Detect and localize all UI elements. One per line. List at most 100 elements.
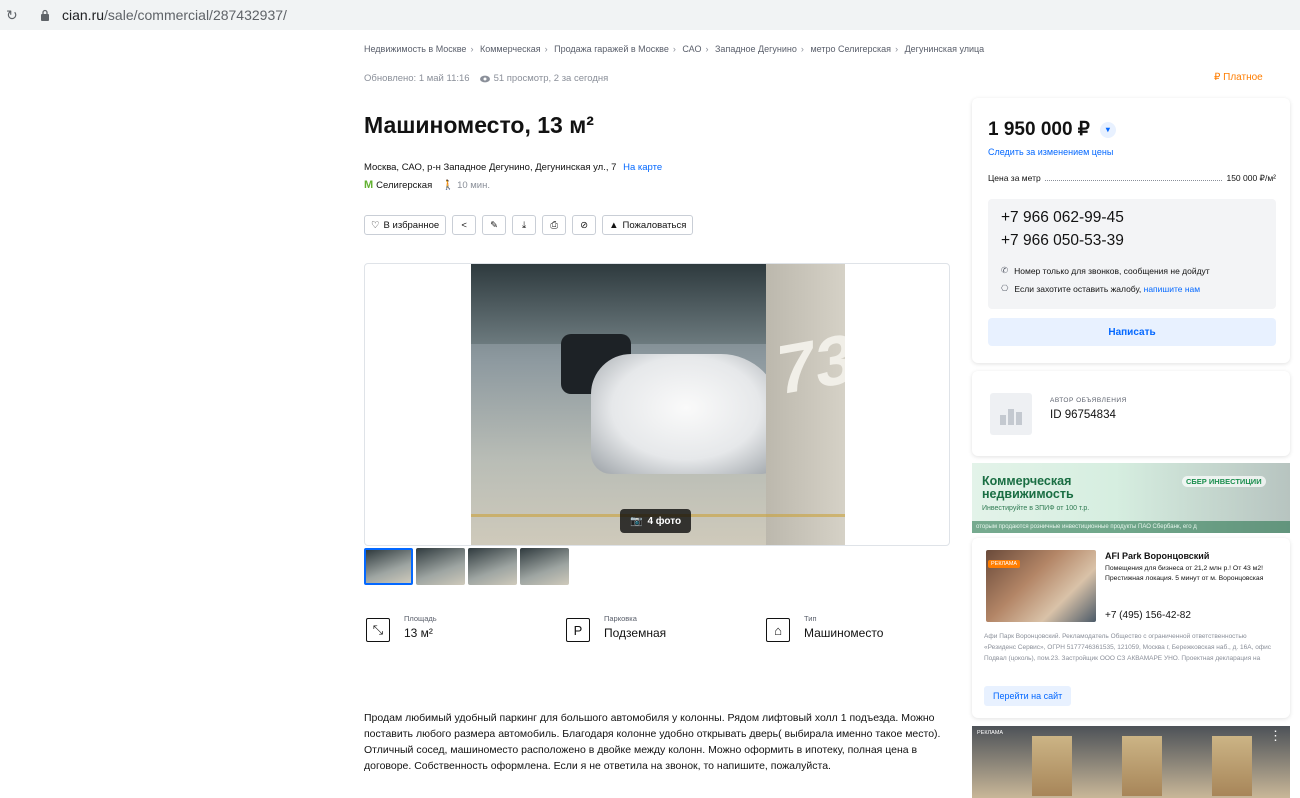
spec-value: Машиноместо [804, 626, 884, 640]
note-button[interactable]: ✎ [482, 215, 507, 235]
thumbnail[interactable] [416, 548, 465, 585]
action-toolbar: ♡ В избранное < ✎ ⤓ ⎙ ⊘ ▲ Пожаловаться [364, 215, 694, 235]
ad-tag: РЕКЛАМА [988, 560, 1021, 568]
ad-site-button[interactable]: Перейти на сайт [984, 686, 1072, 706]
metro-info: М Селигерская 🚶 10 мин. [364, 179, 490, 191]
banner-fineprint: оторым продаются розничные инвестиционны… [972, 521, 1290, 533]
phone-number[interactable]: +7 966 050-53-39 [1001, 232, 1124, 250]
sber-logo: СБЕР ИНВЕСТИЦИИ [1182, 476, 1266, 487]
lock-icon [40, 8, 54, 22]
walk-time: 10 мин. [457, 179, 490, 191]
page-title: Машиноместо, 13 м² [364, 112, 594, 138]
author-id[interactable]: ID 96754834 [1050, 409, 1116, 421]
specs: ⤡ Площадь 13 м² P Парковка Подземная ⌂ Тип… [366, 614, 926, 654]
ppm-label: Цена за метр [988, 173, 1041, 183]
ad-title[interactable]: AFI Park Воронцовский [1105, 551, 1209, 561]
banner-title-line: недвижимость [982, 487, 1074, 501]
phone-number[interactable]: +7 966 062-99-45 [1001, 209, 1124, 227]
thumbnail-strip [364, 548, 569, 585]
complaint-note-text: Если захотите оставить жалобу, [1014, 283, 1142, 294]
updated-date: Обновлено: 1 май 11:16 [364, 73, 470, 84]
author-card: АВТОР ОБЪЯВЛЕНИЯ ID 96754834 [972, 371, 1290, 456]
breadcrumb-item[interactable]: метро Селигерская [810, 44, 891, 54]
thumbnail[interactable] [468, 548, 517, 585]
complaint-note: ⎔ Если захотите оставить жалобу, напишит… [1001, 283, 1200, 294]
photo-count: 4 фото [647, 515, 682, 527]
breadcrumb-item[interactable]: Коммерческая [480, 44, 541, 54]
banner-subtitle: Инвестируйте в ЗПИФ от 100 т.р. [982, 505, 1090, 512]
spec-label: Парковка [604, 614, 637, 623]
calls-note-text: Номер только для звонков, сообщения не д… [1014, 265, 1210, 276]
ad-text: Помещения для бизнеса от 21,2 млн р.! От… [1105, 565, 1264, 582]
share-icon: < [461, 219, 467, 231]
breadcrumb-item[interactable]: САО [682, 44, 701, 54]
support-icon: ⎔ [1001, 283, 1009, 293]
spec-parking: P Парковка Подземная [566, 614, 666, 642]
favorite-button[interactable]: ♡ В избранное [364, 215, 447, 235]
write-button[interactable]: Написать [988, 318, 1276, 346]
hide-button[interactable]: ⊘ [572, 215, 597, 235]
paid-badge: ₽ Платное [1214, 72, 1263, 83]
breadcrumb-item[interactable]: Дегунинская улица [905, 44, 985, 54]
main-photo[interactable]: 73 [471, 264, 845, 545]
download-icon: ⤓ [522, 219, 527, 231]
spec-value: 13 м² [404, 626, 433, 640]
share-button[interactable]: < [452, 215, 477, 235]
eye-icon [479, 75, 490, 82]
photo-count-button[interactable]: 📷 4 фото [620, 509, 692, 533]
updated-info: Обновлено: 1 май 11:16 51 просмотр, 2 за… [364, 73, 608, 84]
ad-phone[interactable]: +7 (495) 156-42-82 [1105, 610, 1191, 621]
browser-url-bar[interactable]: ↻ cian.ru/sale/commercial/287432937/ [0, 0, 1300, 30]
ad-legal-text: Афи Парк Воронцовский. Рекламодатель Общ… [984, 633, 1272, 662]
spec-label: Площадь [404, 614, 437, 623]
follow-price-link[interactable]: Следить за изменением цены [988, 147, 1113, 157]
address-text: Москва, САО, р-н Западное Дегунино, Дегу… [364, 162, 617, 173]
author-avatar [990, 393, 1032, 435]
thumbnail[interactable] [520, 548, 569, 585]
print-button[interactable]: ⎙ [542, 215, 567, 235]
parking-icon: P [566, 618, 590, 642]
breadcrumb-item[interactable]: Недвижимость в Москве [364, 44, 466, 54]
walk-icon: 🚶 [442, 179, 455, 191]
spec-area: ⤡ Площадь 13 м² [366, 614, 437, 642]
spec-value: Подземная [604, 626, 667, 640]
ad-card: РЕКЛАМА AFI Park Воронцовский Помещения … [972, 538, 1290, 718]
map-link[interactable]: На карте [623, 162, 662, 173]
chevron-down-icon[interactable]: ▾ [1099, 121, 1116, 138]
camera-icon: 📷 [630, 515, 643, 527]
price-value: 1 950 000 ₽ [988, 119, 1090, 140]
views-count: 51 просмотр, 2 за сегодня [493, 73, 609, 84]
banner-ad-tag: РЕКЛАМА [977, 730, 1004, 736]
spec-type: ⌂ Тип Машиноместо [766, 614, 883, 642]
address: Москва, САО, р-н Западное Дегунино, Дегу… [364, 162, 662, 173]
pencil-icon: ✎ [490, 219, 499, 231]
phones-box: +7 966 062-99-45 +7 966 050-53-39 ✆ Номе… [988, 199, 1276, 309]
author-label: АВТОР ОБЪЯВЛЕНИЯ [1050, 397, 1127, 404]
calls-note: ✆ Номер только для звонков, сообщения не… [1001, 265, 1210, 276]
breadcrumb: Недвижимость в Москве › Коммерческая › Про… [364, 44, 985, 54]
warning-icon: ▲ [609, 219, 619, 231]
spec-label: Тип [804, 614, 817, 623]
more-icon[interactable]: ⋮ [1269, 728, 1282, 744]
favorite-label: В избранное [383, 219, 440, 231]
download-button[interactable]: ⤓ [512, 215, 537, 235]
write-us-link[interactable]: напишите нам [1144, 284, 1201, 294]
price: 1 950 000 ₽ ▾ [988, 118, 1116, 141]
photo-gallery[interactable]: 73 📷 4 фото [364, 263, 950, 546]
url-text[interactable]: cian.ru/sale/commercial/287432937/ [62, 7, 287, 23]
complain-label: Пожаловаться [622, 219, 687, 231]
reload-icon[interactable]: ↻ [6, 7, 26, 24]
ppm-value: 150 000 ₽/м² [1226, 173, 1276, 183]
bottom-banner[interactable]: РЕКЛАМА ⋮ [972, 726, 1290, 798]
sber-banner[interactable]: Коммерческая недвижимость Инвестируйте в … [972, 463, 1290, 533]
print-icon: ⎙ [550, 219, 558, 231]
thumbnail[interactable] [364, 548, 413, 585]
heart-icon: ♡ [371, 219, 380, 231]
banner-title: Коммерческая недвижимость [982, 475, 1074, 501]
breadcrumb-item[interactable]: Продажа гаражей в Москве [554, 44, 669, 54]
garage-icon: ⌂ [766, 618, 790, 642]
complain-button[interactable]: ▲ Пожаловаться [602, 215, 694, 235]
price-card: 1 950 000 ₽ ▾ Следить за изменением цены… [972, 98, 1290, 363]
breadcrumb-item[interactable]: Западное Дегунино [715, 44, 797, 54]
metro-station[interactable]: Селигерская [376, 180, 432, 191]
